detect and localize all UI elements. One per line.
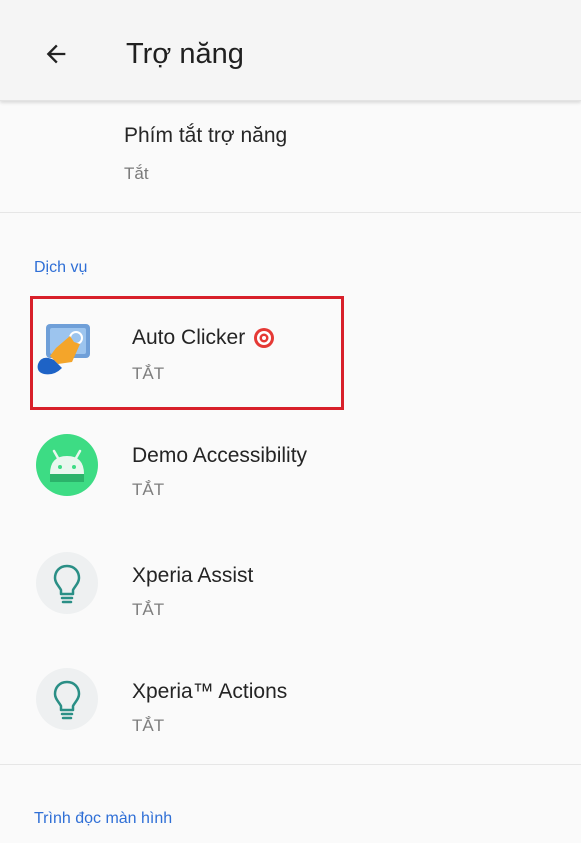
service-name: Auto Clicker — [132, 326, 275, 350]
divider — [0, 764, 581, 765]
android-robot-icon — [36, 434, 98, 496]
service-item-auto-clicker[interactable]: Auto Clicker TẮT — [0, 296, 581, 412]
screen-reader-section-header: Trình đọc màn hình — [34, 810, 173, 827]
service-state: TẮT — [132, 364, 165, 383]
service-name-text: Auto Clicker — [132, 326, 246, 349]
lightbulb-icon — [36, 552, 98, 614]
arrow-back-icon — [46, 44, 66, 64]
accessibility-settings-screen: Trợ năng Phím tắt trợ năng Tắt Dịch vụ A… — [0, 0, 581, 843]
service-name: Xperia Assist — [132, 564, 254, 587]
shortcut-title: Phím tắt trợ năng — [124, 124, 288, 147]
page-title: Trợ năng — [126, 38, 244, 70]
app-bar: Trợ năng — [0, 0, 581, 101]
service-item-xperia-assist[interactable]: Xperia Assist TẮT — [0, 528, 581, 644]
auto-clicker-app-icon — [37, 324, 90, 375]
divider — [0, 212, 581, 213]
back-button[interactable] — [28, 26, 84, 82]
service-name: Demo Accessibility — [132, 444, 308, 467]
services-section-header: Dịch vụ — [34, 259, 88, 276]
service-state: TẮT — [132, 480, 165, 499]
service-item-xperia-actions[interactable]: Xperia™ Actions TẮT — [0, 644, 581, 760]
service-state: TẮT — [132, 600, 165, 619]
service-state: TẮT — [132, 716, 165, 735]
target-icon — [254, 328, 275, 348]
service-name: Xperia™ Actions — [132, 680, 288, 703]
shortcut-summary: Tắt — [124, 164, 149, 183]
lightbulb-icon — [36, 668, 98, 730]
service-item-demo-accessibility[interactable]: Demo Accessibility TẮT — [0, 412, 581, 528]
accessibility-shortcut-item[interactable]: Phím tắt trợ năng Tắt — [0, 104, 581, 210]
